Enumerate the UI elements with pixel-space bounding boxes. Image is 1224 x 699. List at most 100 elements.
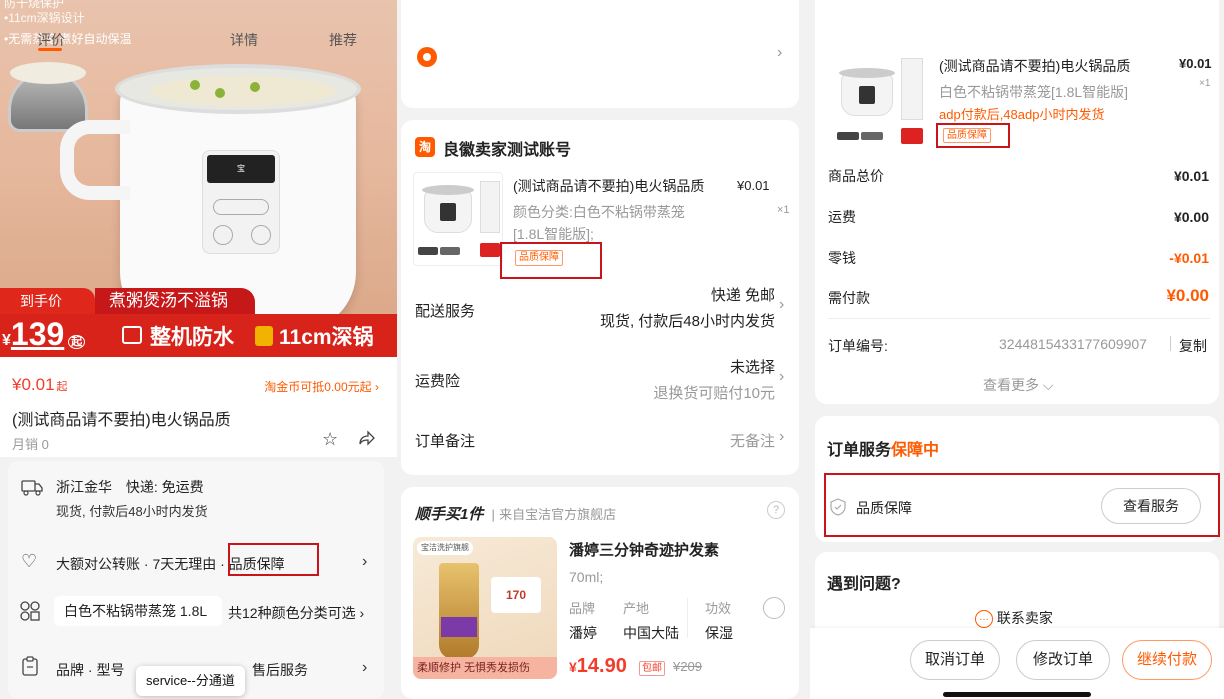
show-more-link[interactable]: 查看更多 ⌵ <box>983 375 1054 395</box>
mode-button-graphic <box>251 225 271 245</box>
quality-tag-highlight-box <box>500 242 602 279</box>
control-panel: 宝 <box>202 150 280 254</box>
summary-label-change: 零钱 <box>828 250 856 266</box>
remark-value[interactable]: 无备注 <box>730 430 775 451</box>
recommend-price: 14.90 <box>576 655 627 677</box>
continue-payment-button[interactable]: 继续付款 <box>1122 640 1212 680</box>
after-sales-row[interactable]: 售后服务 <box>252 660 308 680</box>
chevron-right-icon[interactable]: › <box>779 296 784 314</box>
help-icon[interactable]: ? <box>767 501 785 519</box>
detail-product-price: ¥0.01 <box>1179 56 1212 71</box>
hero-tag-1: 防干烧保护 <box>4 0 65 10</box>
recommend-card: 顺手买1件 | 来自宝洁官方旗舰店 ? 宝洁洗护旗舰 170 柔顺修护 无惧秀发… <box>401 487 799 699</box>
seller-name[interactable]: 良徽卖家测试账号 <box>443 136 571 160</box>
product-price: ¥0.01 <box>12 375 55 394</box>
big-price-currency: ¥ <box>2 332 11 349</box>
insurance-note: 退换货可赔付10元 <box>653 385 775 402</box>
contact-seller-button[interactable]: … 联系卖家 <box>975 608 1053 629</box>
contact-seller-label: 联系卖家 <box>996 610 1053 626</box>
pea-3 <box>250 82 260 92</box>
delivery-label: 配送服务 <box>415 303 476 320</box>
attr-value-origin: 中国大陆 <box>623 625 679 641</box>
strip-text-2: 11cm深锅 <box>279 326 374 349</box>
coin-deduction-link[interactable]: 淘金币可抵0.00元起 › <box>264 378 379 395</box>
detail-product-variant: 白色不粘锅带蒸笼[1.8L智能版] <box>939 84 1129 100</box>
order-product-title: (测试商品请不要拍)电火锅品质 <box>513 178 705 194</box>
share-icon[interactable] <box>358 429 376 447</box>
heart-icon: ♡ <box>21 551 38 571</box>
shipping-origin: 浙江金华 <box>56 479 112 495</box>
delivery-truck-icon <box>21 478 43 501</box>
checkout-panel: › 淘 良徽卖家测试账号 (测试商品请不要拍)电火锅品质 ¥0.01 颜色分类:… <box>401 0 804 699</box>
attr-value-brand: 潘婷 <box>569 625 597 641</box>
pot-food <box>150 76 336 106</box>
divider <box>828 318 1210 319</box>
taobao-shop-icon: 淘 <box>415 137 435 157</box>
variant-count-link[interactable]: 共12种颜色分类可选 › <box>228 603 364 623</box>
quality-guarantee-highlight-box <box>228 543 319 576</box>
tab-detail[interactable]: 详情 <box>230 30 258 50</box>
shipping-row[interactable]: 浙江金华 快递: 免运费 <box>56 477 204 497</box>
product-title: (测试商品请不要拍)电火锅品质 <box>12 412 231 429</box>
variant-selected-chip[interactable]: 白色不粘锅带蒸笼 1.8L <box>54 596 222 626</box>
info-card: 浙江金华 快递: 免运费 现货, 付款后48小时内发货 ♡ 大额对公转账 · 7… <box>8 461 384 699</box>
summary-value-change: -¥0.01 <box>1169 250 1209 266</box>
recommend-header: 顺手买1件 <box>415 506 484 523</box>
product-price-suffix: 起 <box>56 381 68 393</box>
chevron-right-icon[interactable]: › <box>362 553 367 571</box>
show-more-text: 查看更多 <box>983 377 1039 393</box>
detail-product-title: (测试商品请不要拍)电火锅品质 <box>939 58 1131 74</box>
chevron-right-icon[interactable]: › <box>779 368 784 386</box>
chevron-right-icon[interactable]: › <box>779 428 784 446</box>
tab-review[interactable]: 评价 <box>37 30 65 50</box>
cancel-order-button[interactable]: 取消订单 <box>910 640 1000 680</box>
location-pin-icon <box>417 47 437 67</box>
brand-model-row[interactable]: 品牌 · 型号 <box>56 660 124 680</box>
chevron-down-icon: ⌵ <box>1042 377 1054 393</box>
insurance-status[interactable]: 未选择 <box>730 356 775 377</box>
product-hero-image[interactable]: 防干烧保护 •11cm深锅设计 •无需蒸笼 煮好自动保温 评价 详情 推荐 宝 … <box>0 0 397 357</box>
recommend-price-sym: ¥ <box>569 659 577 675</box>
insurance-label: 运费险 <box>415 373 461 390</box>
service-title: 订单服务 <box>827 442 892 459</box>
product-thumbnail[interactable] <box>413 172 503 266</box>
order-service-card: 订单服务保障中 品质保障 查看服务 <box>815 416 1220 542</box>
hero-tag-2: •11cm深锅设计 <box>4 11 85 25</box>
price-card: ¥0.01 起 淘金币可抵0.00元起 › (测试商品请不要拍)电火锅品质 月销 … <box>0 357 397 457</box>
summary-label-total: 商品总价 <box>828 168 884 184</box>
summary-value-total: ¥0.01 <box>1173 168 1209 184</box>
tab-recommend[interactable]: 推荐 <box>329 30 357 50</box>
variant-grid-icon <box>19 600 41 627</box>
control-slider <box>213 199 269 215</box>
order-thumbnail[interactable] <box>827 54 925 152</box>
address-card[interactable]: › <box>401 0 799 108</box>
select-recommend-radio[interactable] <box>763 597 785 619</box>
detail-product-qty: ×1 <box>1199 78 1211 89</box>
conditioner-image[interactable]: 宝洁洗护旗舰 170 柔顺修护 无惧秀发损伤 <box>413 537 557 679</box>
problem-title: 遇到问题? <box>827 576 901 593</box>
monthly-sales: 月销 0 <box>12 437 49 452</box>
copy-order-number-button[interactable]: 复制 <box>1179 336 1207 356</box>
bowl-rice <box>10 62 86 84</box>
big-price-suffix: 起 <box>68 335 86 349</box>
service-status: 保障中 <box>891 442 940 459</box>
favorite-star-icon[interactable]: ☆ <box>322 429 338 450</box>
tab-indicator <box>38 48 62 51</box>
chevron-right-icon[interactable]: › <box>362 659 367 677</box>
recommend-source: 来自宝洁官方旗舰店 <box>499 507 617 522</box>
detail-dispatch-promise: adp付款后,48adp小时内发货 <box>939 107 1105 122</box>
power-button-graphic <box>213 225 233 245</box>
order-card: 淘 良徽卖家测试账号 (测试商品请不要拍)电火锅品质 ¥0.01 颜色分类:白色… <box>401 120 799 475</box>
strip-text-1: 整机防水 <box>150 326 234 349</box>
attr-label-origin: 产地 <box>623 601 650 616</box>
pot-handle <box>60 120 130 200</box>
order-product-price: ¥0.01 <box>737 178 770 193</box>
delivery-method[interactable]: 快递 免邮 <box>711 284 775 305</box>
remark-label: 订单备注 <box>415 433 476 450</box>
chevron-right-icon[interactable]: › <box>777 44 782 62</box>
shipping-dispatch: 现货, 付款后48小时内发货 <box>56 504 208 519</box>
control-display: 宝 <box>207 155 275 183</box>
modify-order-button[interactable]: 修改订单 <box>1016 640 1110 680</box>
attr-label-effect: 功效 <box>705 601 732 616</box>
big-price: 139 <box>10 316 65 352</box>
